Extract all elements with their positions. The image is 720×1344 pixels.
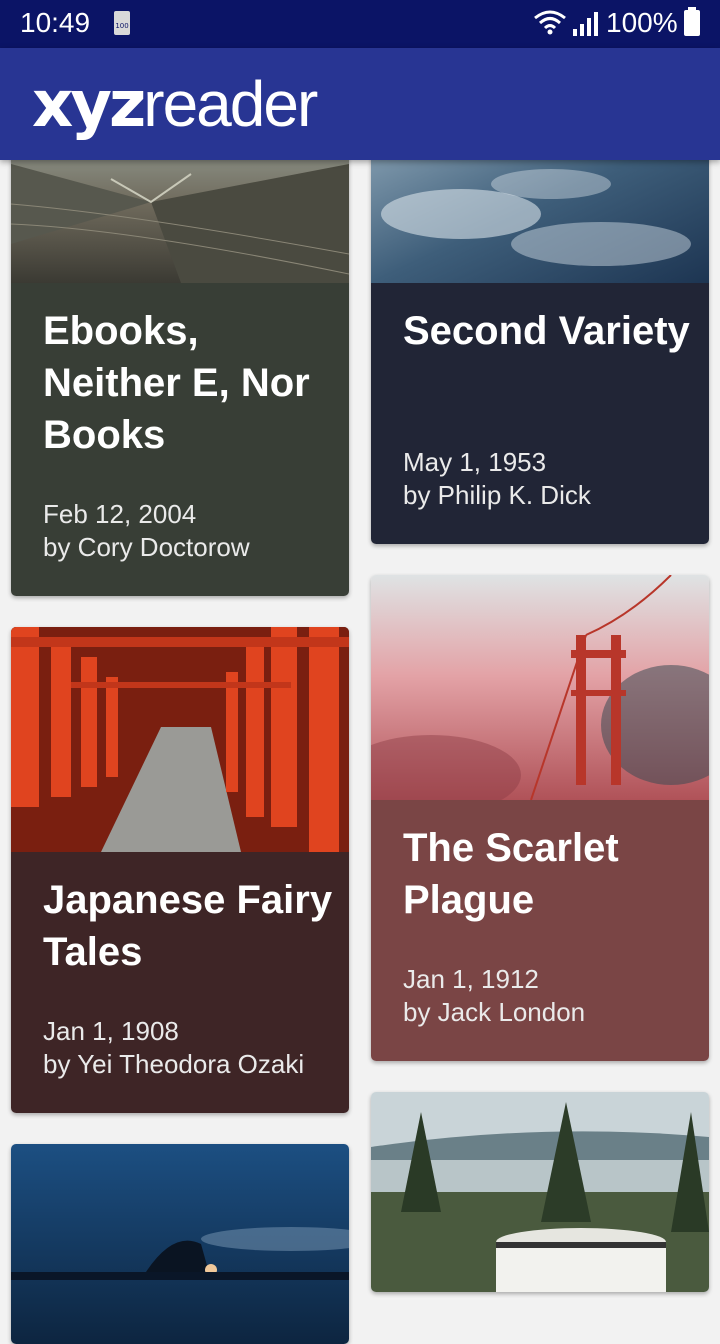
article-date: Jan 1, 1912 <box>403 964 539 994</box>
article-author: by Philip K. Dick <box>403 480 591 510</box>
article-info: Japanese Fairy Tales Jan 1, 1908 by Yei … <box>11 852 349 1113</box>
article-card[interactable]: The Scarlet Plague Jan 1, 1912 by Jack L… <box>371 575 709 1061</box>
article-author: by Jack London <box>403 997 586 1027</box>
article-card[interactable]: Japanese Fairy Tales Jan 1, 1908 by Yei … <box>11 627 349 1113</box>
article-date: Jan 1, 1908 <box>43 1016 179 1046</box>
article-thumbnail <box>371 1092 709 1292</box>
article-author: by Yei Theodora Ozaki <box>43 1049 305 1079</box>
article-date: May 1, 1953 <box>403 447 547 477</box>
article-title: The Scarlet Plague <box>403 826 619 922</box>
article-info: Ebooks, Neither E, Nor Books Feb 12, 200… <box>11 283 349 596</box>
article-card[interactable]: Ebooks, Neither E, Nor Books Feb 12, 200… <box>11 124 349 596</box>
article-info: Second Variety May 1, 1953 by Philip K. … <box>371 283 709 544</box>
signal-icon <box>573 12 598 36</box>
app-logo: xyzreader <box>32 68 318 142</box>
logo-light-text: reader <box>143 68 318 140</box>
article-thumbnail <box>11 627 349 852</box>
status-time: 10:49 <box>20 7 91 38</box>
logo-bold-text: xyz <box>32 68 146 142</box>
article-author: by Cory Doctorow <box>43 532 250 562</box>
article-title: Ebooks, Neither E, Nor Books <box>43 309 310 457</box>
article-card[interactable] <box>371 1092 709 1292</box>
article-info: The Scarlet Plague Jan 1, 1912 by Jack L… <box>371 800 709 1061</box>
article-card[interactable]: Second Variety May 1, 1953 by Philip K. … <box>371 124 709 544</box>
article-thumbnail <box>371 575 709 800</box>
wifi-icon <box>534 10 566 35</box>
article-title: Japanese Fairy Tales <box>43 878 333 974</box>
article-title: Second Variety <box>403 309 690 353</box>
article-date: Feb 12, 2004 <box>43 499 197 529</box>
status-bar: 10:49 100 100% <box>0 0 720 48</box>
battery-icon <box>684 7 700 36</box>
battery-percent: 100% <box>606 7 678 38</box>
app-bar: xyzreader <box>0 48 720 160</box>
battery-saver-icon: 100 <box>114 11 130 35</box>
article-thumbnail <box>11 1144 349 1344</box>
article-card[interactable] <box>11 1144 349 1344</box>
